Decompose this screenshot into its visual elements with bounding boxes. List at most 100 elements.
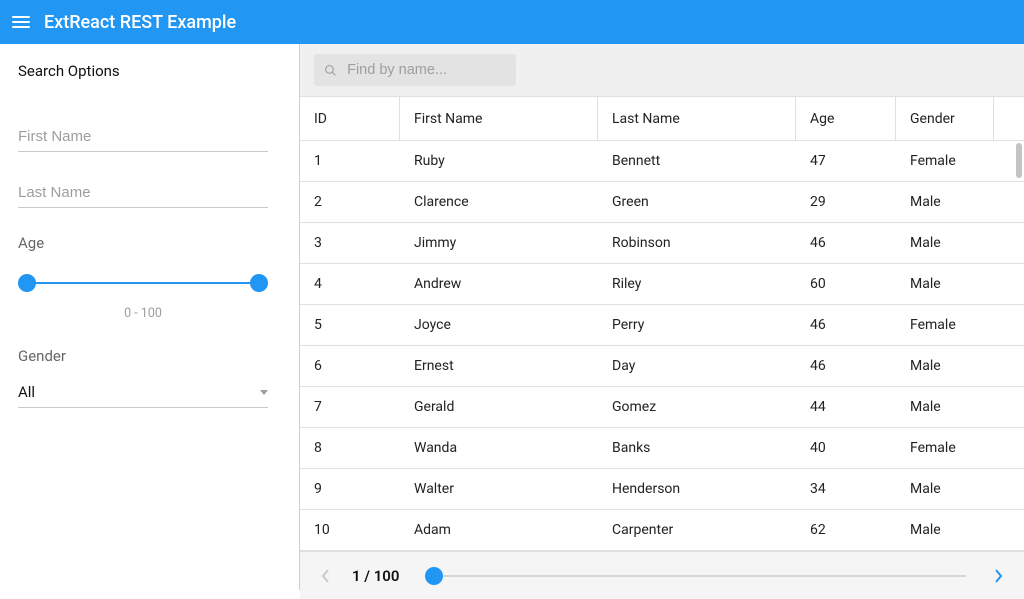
- table-row[interactable]: 9WalterHenderson34Male: [300, 469, 1024, 510]
- cell-firstname: Jimmy: [400, 235, 598, 251]
- cell-age: 29: [796, 194, 896, 210]
- cell-age: 46: [796, 317, 896, 333]
- cell-age: 46: [796, 358, 896, 374]
- grid-pager: 1 / 100: [300, 551, 1024, 599]
- table-row[interactable]: 10AdamCarpenter62Male: [300, 510, 1024, 551]
- cell-gender: Male: [896, 522, 994, 538]
- col-header-spacer: [994, 97, 1024, 140]
- cell-gender: Male: [896, 481, 994, 497]
- age-range-text: 0 - 100: [18, 306, 268, 321]
- cell-firstname: Clarence: [400, 194, 598, 210]
- col-header-gender[interactable]: Gender: [896, 97, 994, 140]
- first-name-input[interactable]: [18, 122, 268, 152]
- table-row[interactable]: 5JoycePerry46Female: [300, 305, 1024, 346]
- cell-id: 2: [300, 194, 400, 210]
- cell-age: 47: [796, 153, 896, 169]
- cell-firstname: Wanda: [400, 440, 598, 456]
- cell-lastname: Day: [598, 358, 796, 374]
- cell-gender: Female: [896, 440, 994, 456]
- menu-icon[interactable]: [12, 16, 30, 28]
- cell-age: 34: [796, 481, 896, 497]
- cell-lastname: Henderson: [598, 481, 796, 497]
- cell-lastname: Robinson: [598, 235, 796, 251]
- grid-toolbar: [300, 44, 1024, 97]
- grid-header-row: ID First Name Last Name Age Gender: [300, 97, 1024, 141]
- age-range-slider[interactable]: [18, 274, 268, 292]
- cell-id: 5: [300, 317, 400, 333]
- cell-id: 9: [300, 481, 400, 497]
- table-row[interactable]: 1RubyBennett47Female: [300, 141, 1024, 182]
- gender-select[interactable]: All: [18, 377, 268, 408]
- table-row[interactable]: 6ErnestDay46Male: [300, 346, 1024, 387]
- pager-next-button[interactable]: [986, 564, 1010, 588]
- search-box[interactable]: [314, 54, 516, 86]
- grid-body[interactable]: 1RubyBennett47Female2ClarenceGreen29Male…: [300, 141, 1024, 551]
- chevron-left-icon: [321, 568, 331, 584]
- cell-age: 60: [796, 276, 896, 292]
- pager-page-text: 1 / 100: [352, 567, 399, 585]
- slider-track: [26, 282, 260, 284]
- cell-lastname: Perry: [598, 317, 796, 333]
- vertical-scrollbar[interactable]: [1016, 143, 1022, 178]
- col-header-lastname[interactable]: Last Name: [598, 97, 796, 140]
- cell-gender: Male: [896, 399, 994, 415]
- cell-firstname: Walter: [400, 481, 598, 497]
- cell-firstname: Andrew: [400, 276, 598, 292]
- table-row[interactable]: 2ClarenceGreen29Male: [300, 182, 1024, 223]
- sidebar-title: Search Options: [18, 62, 275, 80]
- cell-id: 6: [300, 358, 400, 374]
- table-row[interactable]: 8WandaBanks40Female: [300, 428, 1024, 469]
- cell-id: 4: [300, 276, 400, 292]
- main-panel: ID First Name Last Name Age Gender 1Ruby…: [300, 44, 1024, 590]
- cell-age: 40: [796, 440, 896, 456]
- chevron-right-icon: [993, 568, 1003, 584]
- cell-age: 62: [796, 522, 896, 538]
- col-header-firstname[interactable]: First Name: [400, 97, 598, 140]
- data-grid: ID First Name Last Name Age Gender 1Ruby…: [300, 97, 1024, 599]
- cell-gender: Female: [896, 317, 994, 333]
- chevron-down-icon: [260, 390, 268, 395]
- last-name-input[interactable]: [18, 178, 268, 208]
- cell-age: 46: [796, 235, 896, 251]
- pager-slider-thumb[interactable]: [425, 567, 443, 585]
- cell-gender: Male: [896, 194, 994, 210]
- gender-label: Gender: [18, 347, 275, 365]
- cell-lastname: Gomez: [598, 399, 796, 415]
- search-sidebar: Search Options Age 0 - 100 Gender All: [0, 44, 300, 590]
- app-title: ExtReact REST Example: [44, 12, 236, 33]
- pager-slider[interactable]: [425, 567, 974, 585]
- cell-gender: Male: [896, 276, 994, 292]
- cell-id: 8: [300, 440, 400, 456]
- slider-thumb-max[interactable]: [250, 274, 268, 292]
- cell-lastname: Banks: [598, 440, 796, 456]
- cell-firstname: Ernest: [400, 358, 598, 374]
- cell-id: 10: [300, 522, 400, 538]
- cell-firstname: Gerald: [400, 399, 598, 415]
- col-header-age[interactable]: Age: [796, 97, 896, 140]
- cell-gender: Female: [896, 153, 994, 169]
- cell-lastname: Bennett: [598, 153, 796, 169]
- table-row[interactable]: 4AndrewRiley60Male: [300, 264, 1024, 305]
- cell-firstname: Joyce: [400, 317, 598, 333]
- age-label: Age: [18, 234, 275, 252]
- cell-id: 7: [300, 399, 400, 415]
- cell-gender: Male: [896, 358, 994, 374]
- cell-id: 3: [300, 235, 400, 251]
- table-row[interactable]: 7GeraldGomez44Male: [300, 387, 1024, 428]
- gender-select-value: All: [18, 383, 35, 401]
- col-header-id[interactable]: ID: [300, 97, 400, 140]
- search-input[interactable]: [347, 62, 506, 78]
- cell-age: 44: [796, 399, 896, 415]
- pager-prev-button[interactable]: [314, 564, 338, 588]
- cell-id: 1: [300, 153, 400, 169]
- slider-thumb-min[interactable]: [18, 274, 36, 292]
- cell-lastname: Green: [598, 194, 796, 210]
- app-header: ExtReact REST Example: [0, 0, 1024, 44]
- search-icon: [324, 63, 337, 78]
- pager-slider-track: [433, 575, 966, 577]
- table-row[interactable]: 3JimmyRobinson46Male: [300, 223, 1024, 264]
- cell-lastname: Riley: [598, 276, 796, 292]
- cell-firstname: Adam: [400, 522, 598, 538]
- cell-gender: Male: [896, 235, 994, 251]
- cell-firstname: Ruby: [400, 153, 598, 169]
